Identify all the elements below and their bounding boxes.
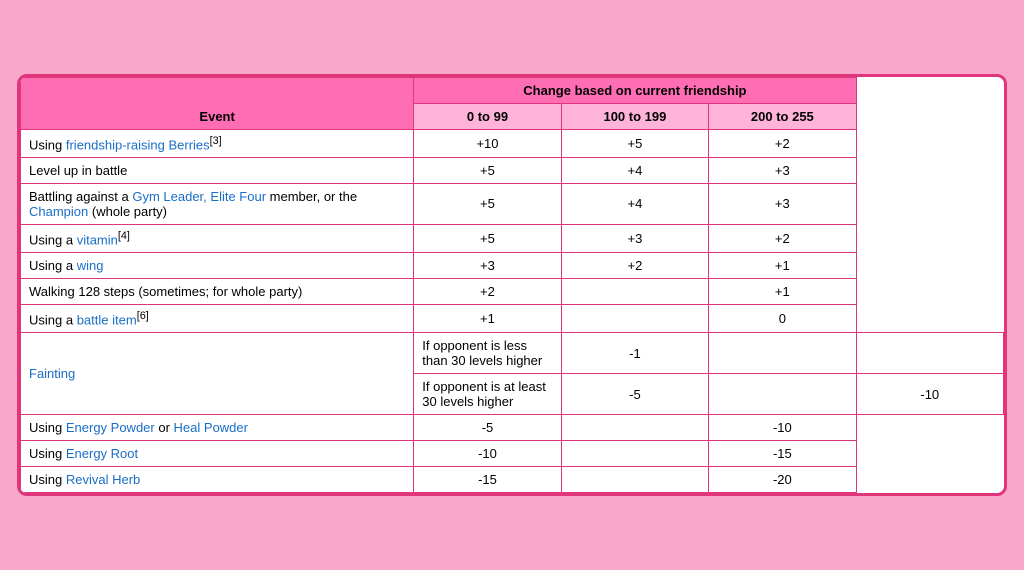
val1-cell: +3 <box>414 253 561 279</box>
fainting-sub2-val1: -5 <box>561 374 708 415</box>
val3-cell: +3 <box>709 183 856 224</box>
val2-cell <box>561 279 708 305</box>
range2-header: 100 to 199 <box>561 103 708 129</box>
friendship-berries-link[interactable]: friendship-raising Berries <box>66 137 210 152</box>
val3-cell: -15 <box>709 441 856 467</box>
val3-cell: +3 <box>709 157 856 183</box>
val3-cell: 0 <box>709 305 856 333</box>
event-cell: Using a vitamin[4] <box>21 224 414 252</box>
val1-cell: +1 <box>414 305 561 333</box>
fainting-event-cell: Fainting <box>21 333 414 415</box>
energy-powder-link[interactable]: Energy Powder <box>66 420 155 435</box>
wing-link[interactable]: wing <box>77 258 104 273</box>
event-cell: Level up in battle <box>21 157 414 183</box>
table-row: Using friendship-raising Berries[3] +10 … <box>21 129 1004 157</box>
val3-cell: +2 <box>709 224 856 252</box>
val3-cell: +1 <box>709 253 856 279</box>
fainting-sub1-val2 <box>709 333 856 374</box>
fainting-link[interactable]: Fainting <box>29 366 75 381</box>
val1-cell: +5 <box>414 224 561 252</box>
val1-cell: +10 <box>414 129 561 157</box>
val1-cell: -15 <box>414 467 561 493</box>
event-cell: Using a battle item[6] <box>21 305 414 333</box>
val1-cell: -10 <box>414 441 561 467</box>
val3-cell: +2 <box>709 129 856 157</box>
vitamin-link[interactable]: vitamin <box>77 232 118 247</box>
val2-cell: +2 <box>561 253 708 279</box>
val2-cell <box>561 467 708 493</box>
val2-cell: +4 <box>561 183 708 224</box>
event-column-header: Event <box>21 77 414 129</box>
fainting-sub2-val3: -10 <box>856 374 1003 415</box>
change-column-header: Change based on current friendship <box>414 77 856 103</box>
fainting-row-1: Fainting If opponent is less than 30 lev… <box>21 333 1004 374</box>
val1-cell: -5 <box>414 415 561 441</box>
energy-root-link[interactable]: Energy Root <box>66 446 138 461</box>
event-cell: Using Revival Herb <box>21 467 414 493</box>
champion-link[interactable]: Champion <box>29 204 88 219</box>
fainting-sub1-val1: -1 <box>561 333 708 374</box>
val3-cell: -10 <box>709 415 856 441</box>
battle-item-link[interactable]: battle item <box>77 312 137 327</box>
val1-cell: +5 <box>414 183 561 224</box>
event-cell: Using Energy Powder or Heal Powder <box>21 415 414 441</box>
fainting-sub1-val3 <box>856 333 1003 374</box>
event-cell: Walking 128 steps (sometimes; for whole … <box>21 279 414 305</box>
table-row: Level up in battle +5 +4 +3 <box>21 157 1004 183</box>
table-row: Using Energy Powder or Heal Powder -5 -1… <box>21 415 1004 441</box>
val1-cell: +2 <box>414 279 561 305</box>
table-row: Using Revival Herb -15 -20 <box>21 467 1004 493</box>
fainting-sub2-val2 <box>709 374 856 415</box>
event-cell: Using friendship-raising Berries[3] <box>21 129 414 157</box>
fainting-sub2-cell: If opponent is at least 30 levels higher <box>414 374 561 415</box>
val3-cell: -20 <box>709 467 856 493</box>
table-row: Using Energy Root -10 -15 <box>21 441 1004 467</box>
table-row: Using a wing +3 +2 +1 <box>21 253 1004 279</box>
friendship-table: Event Change based on current friendship… <box>17 74 1007 497</box>
range3-header: 200 to 255 <box>709 103 856 129</box>
fainting-sub1-cell: If opponent is less than 30 levels highe… <box>414 333 561 374</box>
event-cell: Using Energy Root <box>21 441 414 467</box>
val1-cell: +5 <box>414 157 561 183</box>
revival-herb-link[interactable]: Revival Herb <box>66 472 140 487</box>
event-cell: Using a wing <box>21 253 414 279</box>
val2-cell <box>561 305 708 333</box>
heal-powder-link[interactable]: Heal Powder <box>174 420 248 435</box>
val2-cell <box>561 415 708 441</box>
table-row: Using a vitamin[4] +5 +3 +2 <box>21 224 1004 252</box>
gym-leader-link[interactable]: Gym Leader, Elite Four <box>132 189 266 204</box>
event-cell: Battling against a Gym Leader, Elite Fou… <box>21 183 414 224</box>
val2-cell: +5 <box>561 129 708 157</box>
val2-cell <box>561 441 708 467</box>
range1-header: 0 to 99 <box>414 103 561 129</box>
val2-cell: +3 <box>561 224 708 252</box>
val2-cell: +4 <box>561 157 708 183</box>
table-row: Walking 128 steps (sometimes; for whole … <box>21 279 1004 305</box>
val3-cell: +1 <box>709 279 856 305</box>
table-row: Battling against a Gym Leader, Elite Fou… <box>21 183 1004 224</box>
table-row: Using a battle item[6] +1 0 <box>21 305 1004 333</box>
